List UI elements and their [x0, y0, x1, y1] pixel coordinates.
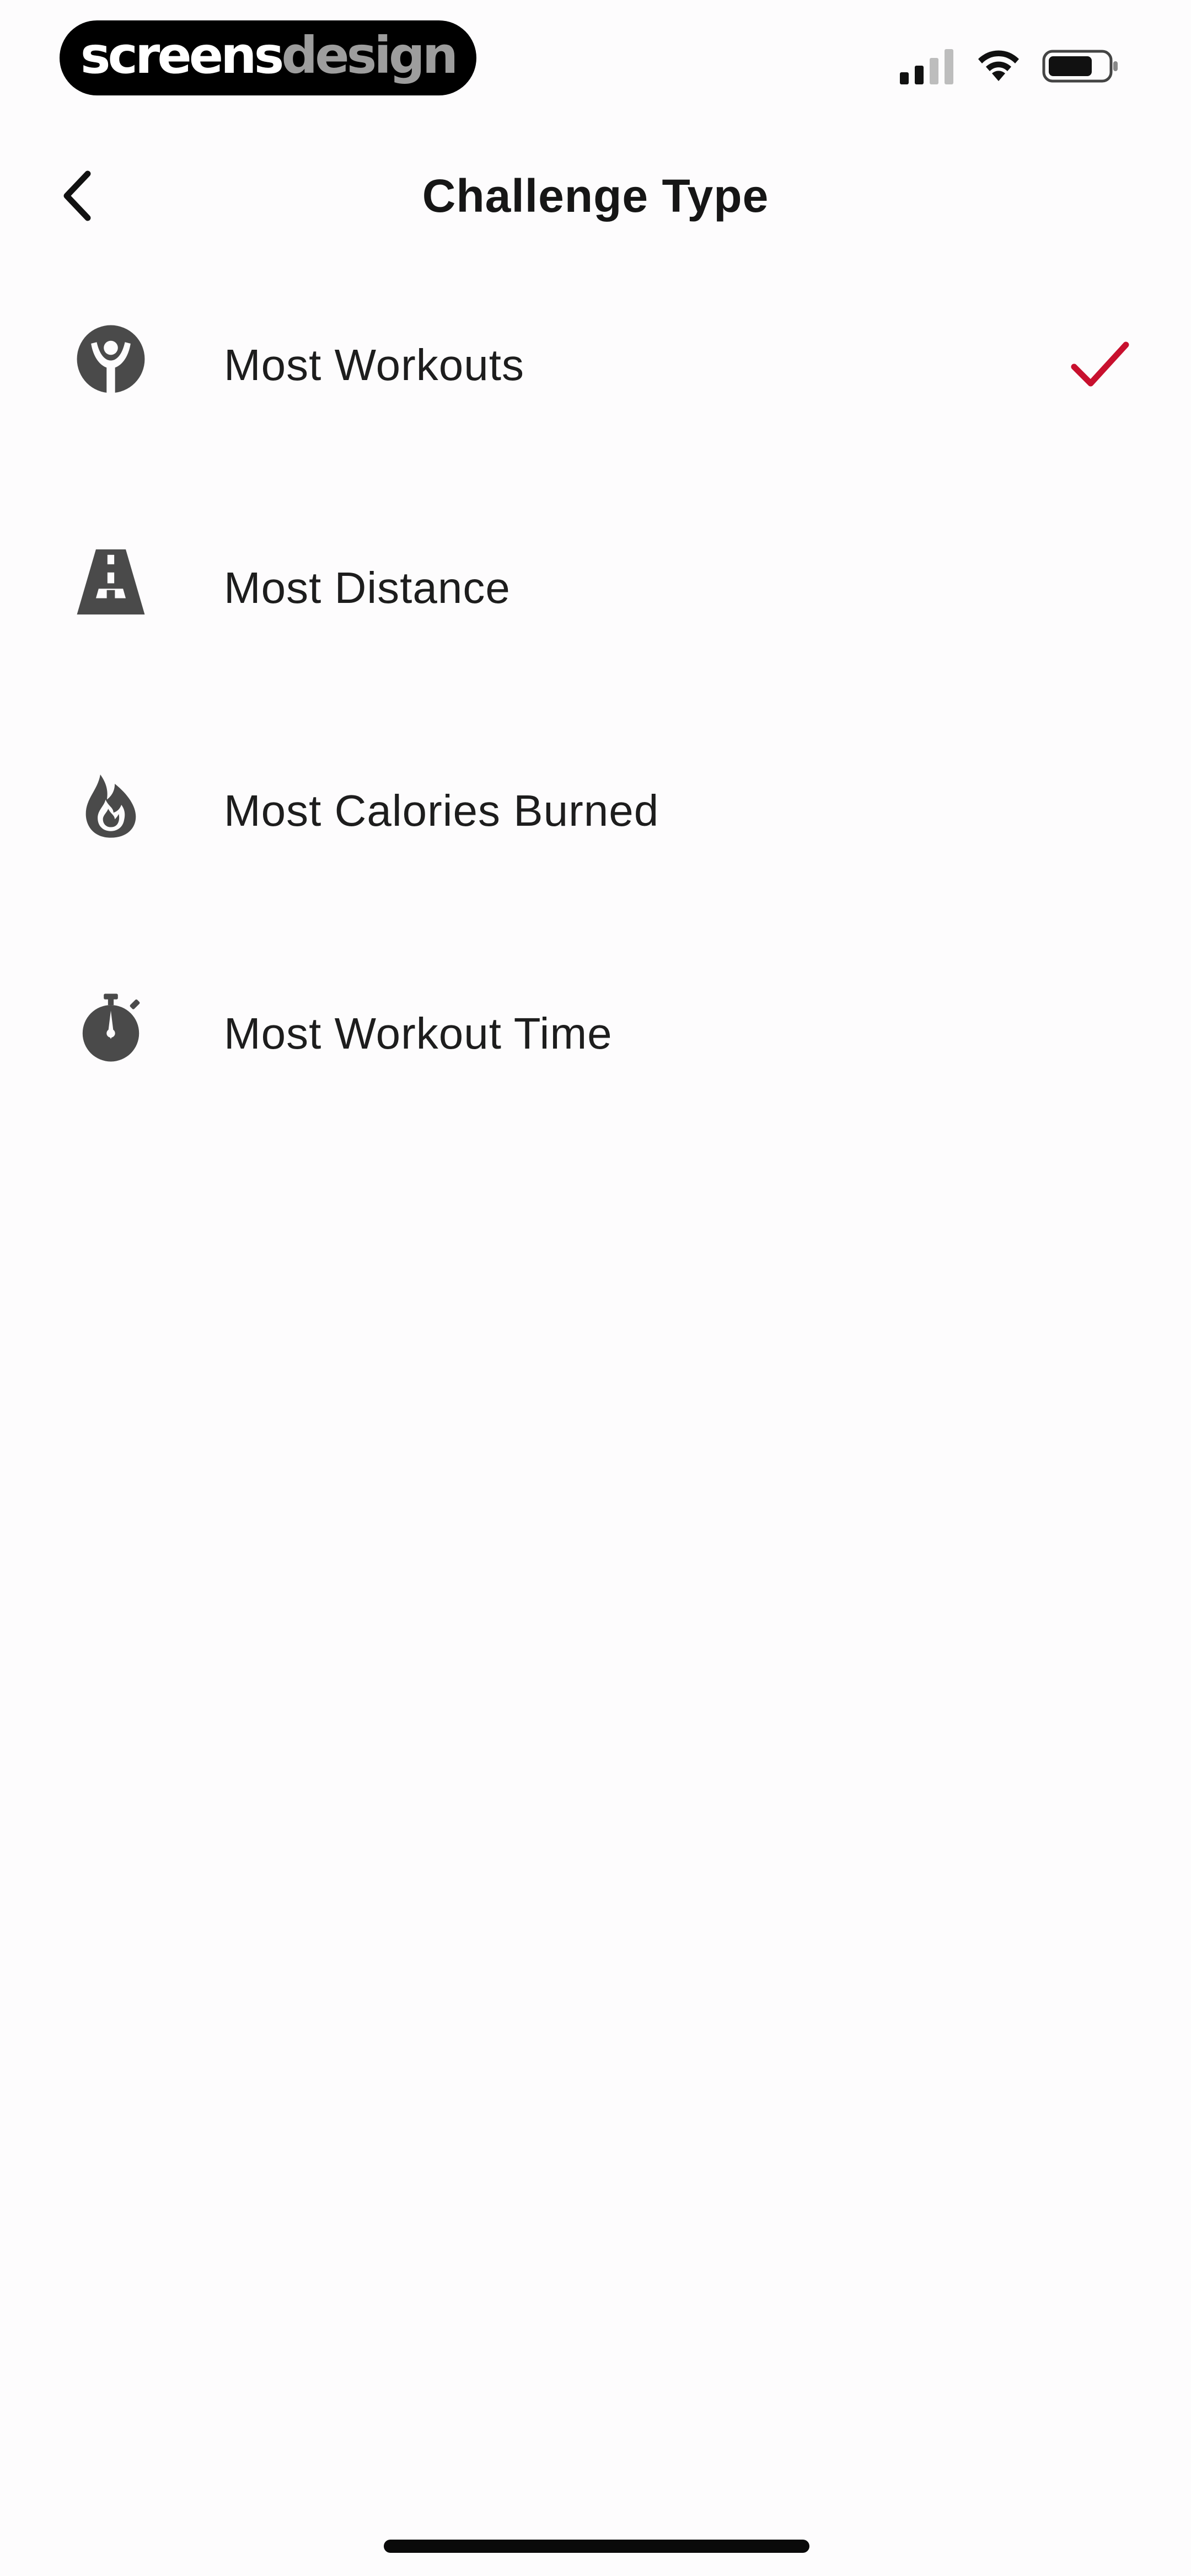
workout-person-icon [72, 320, 150, 398]
home-indicator[interactable] [384, 2540, 809, 2553]
option-most-calories-burned[interactable]: Most Calories Burned [0, 699, 1191, 922]
brand-logo-part1: screens [80, 26, 285, 85]
navigation-bar: Challenge Type [0, 143, 1191, 248]
status-icons [900, 44, 1119, 88]
option-label: Most Distance [224, 563, 511, 612]
option-label: Most Workouts [224, 340, 524, 389]
battery-icon [1042, 50, 1118, 83]
option-label: Most Workout Time [224, 1009, 613, 1058]
flame-icon [72, 766, 150, 844]
cellular-signal-icon [900, 49, 953, 84]
chevron-left-icon [63, 170, 91, 221]
stopwatch-icon [72, 988, 150, 1067]
option-most-workout-time[interactable]: Most Workout Time [0, 922, 1191, 1145]
brand-logo: screens design [60, 20, 476, 95]
checkmark-icon [1071, 341, 1129, 387]
page-title: Challenge Type [422, 170, 769, 222]
road-icon [72, 543, 150, 621]
wifi-icon [978, 50, 1019, 81]
option-label: Most Calories Burned [224, 786, 659, 835]
status-bar: screens design [0, 0, 1191, 127]
back-button[interactable] [44, 163, 110, 229]
challenge-type-list: Most Workouts Most Distance Most Calorie… [0, 254, 1191, 1145]
option-most-workouts[interactable]: Most Workouts [0, 254, 1191, 477]
option-most-distance[interactable]: Most Distance [0, 477, 1191, 699]
brand-logo-part2: design [281, 26, 458, 85]
